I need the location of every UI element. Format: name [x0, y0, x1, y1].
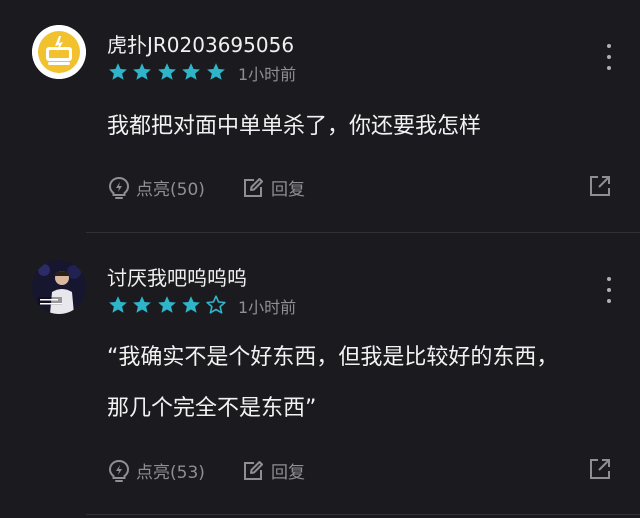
avatar[interactable]	[32, 260, 86, 314]
reply-button[interactable]: 回复	[241, 175, 305, 200]
rating-stars	[108, 295, 230, 315]
rating-stars	[108, 62, 230, 82]
reply-edit-icon	[244, 460, 263, 480]
review-card: 讨厌我吧呜呜呜 1小时前 “我确实不是个好东西，但我是比较好的东西， 那几个完全…	[0, 233, 640, 518]
timestamp: 1小时前	[238, 298, 297, 317]
comment-line: 那几个完全不是东西”	[107, 396, 317, 421]
star-filled-icon	[133, 296, 152, 313]
user-photo-icon	[32, 260, 86, 314]
comment-text: “我确实不是个好东西，但我是比较好的东西， 那几个完全不是东西”	[107, 337, 622, 429]
divider	[86, 514, 640, 515]
comment-line: 我都把对面中单单杀了，你还要我怎样	[107, 114, 482, 139]
star-filled-icon	[133, 63, 152, 80]
star-filled-icon	[157, 296, 176, 313]
like-count-label: 点亮(53)	[136, 463, 205, 483]
username[interactable]: 虎扑JR0203695056	[107, 29, 294, 58]
reply-label: 回复	[271, 180, 305, 200]
star-empty-icon	[205, 295, 226, 314]
reply-edit-icon	[244, 177, 263, 197]
reply-button[interactable]: 回复	[241, 458, 305, 483]
star-filled-icon	[157, 63, 176, 80]
lightbulb-icon	[108, 176, 130, 199]
share-icon[interactable]	[589, 458, 611, 484]
avatar[interactable]	[32, 25, 86, 79]
more-options-icon[interactable]	[600, 44, 618, 70]
like-button[interactable]: 点亮(53)	[108, 458, 205, 483]
timestamp: 1小时前	[238, 65, 297, 84]
star-filled-icon	[109, 296, 127, 313]
star-filled-icon	[206, 63, 225, 80]
like-count-label: 点亮(50)	[136, 180, 205, 200]
reply-label: 回复	[271, 463, 305, 483]
hupu-logo-icon	[32, 25, 86, 79]
lightbulb-icon	[108, 459, 130, 482]
comment-text: 我都把对面中单单杀了，你还要我怎样	[107, 106, 622, 147]
star-filled-icon	[109, 63, 127, 80]
username[interactable]: 讨厌我吧呜呜呜	[107, 262, 247, 291]
more-options-icon[interactable]	[600, 277, 618, 303]
review-card: 虎扑JR0203695056 1小时前 我都把对面中单单杀了，你还要我怎样 点亮…	[0, 0, 640, 232]
share-icon[interactable]	[589, 175, 611, 201]
like-button[interactable]: 点亮(50)	[108, 175, 205, 200]
star-filled-icon	[182, 296, 201, 313]
star-filled-icon	[182, 63, 201, 80]
comment-line: “我确实不是个好东西，但我是比较好的东西，	[107, 345, 559, 370]
